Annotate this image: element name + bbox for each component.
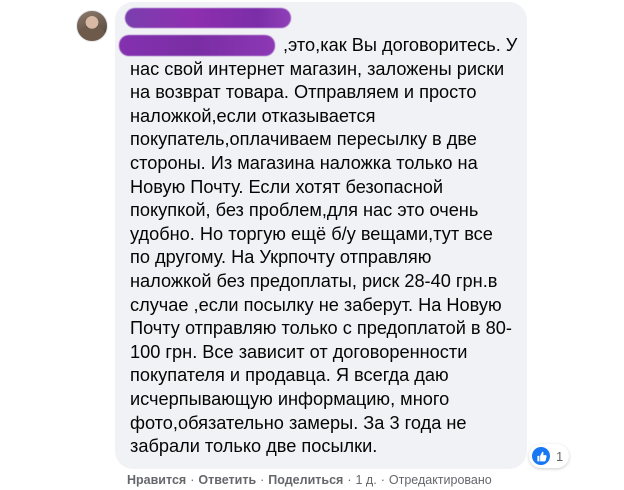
comment-actions: Нравится · Ответить · Поделиться · 1 д. …: [127, 473, 492, 487]
comment-text: ,это,как Вы договоритесь. У нас свой инт…: [130, 34, 522, 459]
reaction-count: 1: [556, 448, 564, 464]
reactions-badge[interactable]: 1: [529, 444, 570, 468]
separator: ·: [190, 473, 195, 487]
like-button[interactable]: Нравится: [127, 473, 186, 487]
timestamp[interactable]: 1 д.: [356, 473, 377, 487]
edited-label[interactable]: Отредактировано: [389, 473, 492, 487]
author-name-redacted[interactable]: [125, 8, 291, 28]
like-icon: [532, 447, 550, 465]
avatar[interactable]: [76, 10, 108, 42]
comment-text-body: нас свой интернет магазин, заложены риск…: [130, 58, 512, 457]
separator: ·: [380, 473, 385, 487]
share-button[interactable]: Поделиться: [268, 473, 343, 487]
comment-text-first-line: ,это,как Вы договоритесь. У: [283, 35, 518, 55]
separator: ·: [260, 473, 265, 487]
comment-bubble: ,это,как Вы договоритесь. У нас свой инт…: [115, 2, 527, 469]
separator: ·: [347, 473, 352, 487]
reply-button[interactable]: Ответить: [198, 473, 256, 487]
